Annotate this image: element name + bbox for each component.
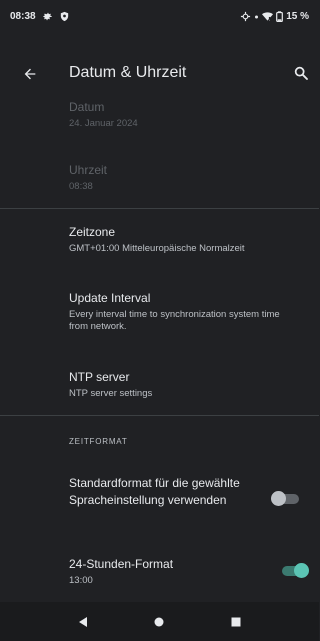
24-hour-format-title: 24-Stunden-Format (69, 557, 174, 571)
update-interval-summary: Every interval time to synchronization s… (69, 309, 280, 332)
24-hour-format-summary: 13:00 (69, 575, 93, 586)
ntp-server-title: NTP server (69, 370, 130, 384)
time-setting: Uhrzeit 08:38 (69, 163, 303, 193)
default-format-setting[interactable]: Standardformat für die gewählte Sprachei… (69, 475, 244, 509)
nav-home-icon[interactable] (149, 612, 169, 632)
page-title: Datum & Uhrzeit (69, 64, 187, 81)
divider (0, 415, 319, 416)
dot-icon (254, 11, 259, 22)
switch-thumb (271, 491, 286, 506)
gear-icon (42, 11, 53, 22)
back-arrow-icon[interactable] (20, 64, 40, 84)
timezone-setting[interactable]: Zeitzone GMT+01:00 Mitteleuropäische Nor… (69, 225, 303, 255)
time-value: 08:38 (69, 181, 93, 192)
date-title: Datum (69, 100, 105, 114)
shield-icon (59, 11, 70, 22)
nav-back-icon[interactable] (73, 612, 93, 632)
ntp-server-summary: NTP server settings (69, 388, 153, 399)
navigation-bar (0, 602, 319, 641)
divider (0, 208, 319, 209)
ntp-server-setting[interactable]: NTP server NTP server settings (69, 370, 303, 400)
search-icon[interactable] (291, 63, 311, 83)
24-hour-format-switch[interactable] (280, 562, 310, 580)
timezone-value: GMT+01:00 Mitteleuropäische Normalzeit (69, 243, 245, 254)
section-header-time-format: ZEITFORMAT (69, 437, 128, 446)
timezone-title: Zeitzone (69, 225, 116, 239)
24-hour-format-setting[interactable]: 24-Stunden-Format 13:00 (69, 557, 303, 587)
default-format-title: Standardformat für die gewählte Sprachei… (69, 476, 240, 507)
update-interval-setting[interactable]: Update Interval Every interval time to s… (69, 291, 289, 333)
date-setting: Datum 24. Januar 2024 (69, 100, 303, 130)
switch-thumb (294, 563, 309, 578)
update-interval-title: Update Interval (69, 291, 151, 305)
battery-percent: 15 % (286, 10, 309, 22)
wifi-icon (262, 11, 274, 22)
location-icon (240, 11, 251, 22)
default-format-switch[interactable] (271, 490, 301, 508)
battery-icon (276, 10, 284, 22)
nav-recents-icon[interactable] (226, 612, 246, 632)
app-bar: Datum & Uhrzeit (0, 54, 319, 94)
time-title: Uhrzeit (69, 163, 108, 177)
status-time: 08:38 (10, 10, 36, 22)
status-bar: 08:38 15 % (0, 0, 319, 32)
date-value: 24. Januar 2024 (69, 118, 138, 129)
